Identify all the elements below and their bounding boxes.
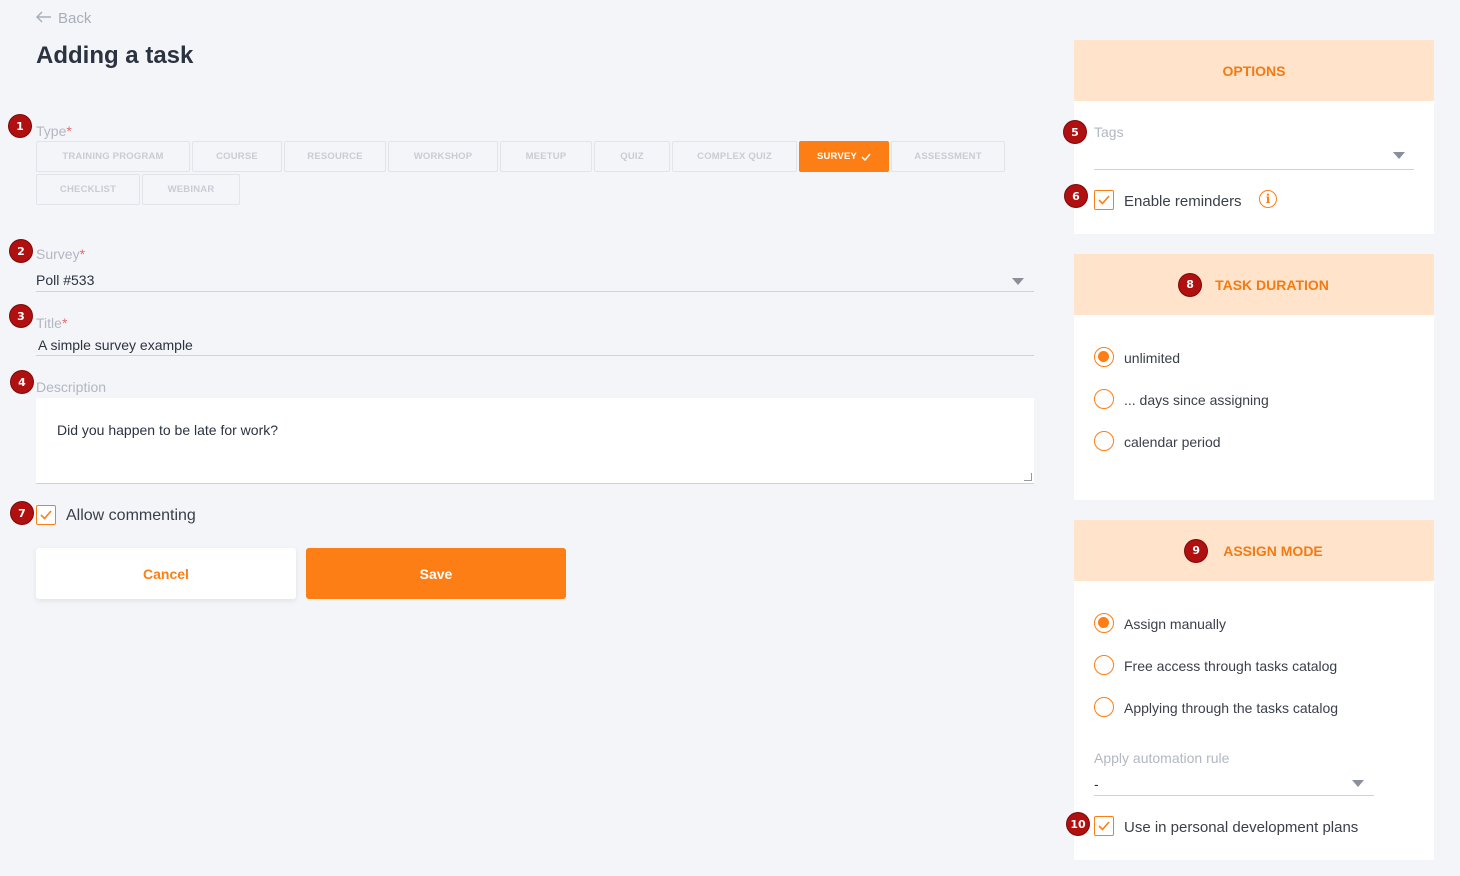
checkmark-icon (861, 153, 871, 161)
type-option-complex-quiz[interactable]: COMPLEX QUIZ (672, 141, 797, 172)
personal-plans-checkbox[interactable] (1094, 816, 1114, 836)
task-duration-header: 8 TASK DURATION (1074, 254, 1434, 315)
type-option-resource[interactable]: RESOURCE (284, 141, 386, 172)
type-option-survey[interactable]: SURVEY (799, 141, 889, 172)
duration-radio-days[interactable] (1094, 389, 1114, 409)
assign-mode-header: 9 ASSIGN MODE (1074, 520, 1434, 581)
marker-4: 4 (11, 371, 33, 393)
type-label: Type* (36, 123, 72, 139)
marker-6: 6 (1065, 185, 1087, 207)
info-icon[interactable]: i (1259, 190, 1277, 208)
description-label: Description (36, 379, 107, 395)
assign-radio-free-access[interactable] (1094, 655, 1114, 675)
marker-5: 5 (1064, 121, 1086, 143)
checkmark-icon (1098, 195, 1110, 205)
personal-plans-label: Use in personal development plans (1124, 819, 1359, 836)
duration-label-days: ... days since assigning (1124, 392, 1269, 408)
tags-select[interactable] (1094, 148, 1414, 170)
marker-1: 1 (9, 115, 31, 137)
assign-label-free-access: Free access through tasks catalog (1124, 658, 1338, 674)
marker-3: 3 (10, 305, 32, 327)
checkmark-icon (1098, 821, 1110, 831)
chevron-down-icon (1393, 152, 1405, 159)
chevron-down-icon (1352, 780, 1364, 787)
type-option-workshop[interactable]: WORKSHOP (388, 141, 498, 172)
description-textarea[interactable]: Did you happen to be late for work? (36, 398, 1034, 484)
assign-radio-manual[interactable] (1094, 613, 1114, 633)
survey-select[interactable]: Poll #533 (36, 268, 1034, 292)
checkmark-icon (40, 510, 52, 520)
chevron-down-icon (1012, 278, 1024, 285)
marker-2: 2 (10, 240, 32, 262)
type-option-checklist[interactable]: CHECKLIST (36, 174, 140, 205)
duration-label-unlimited: unlimited (1124, 350, 1181, 366)
type-option-webinar[interactable]: WEBINAR (142, 174, 240, 205)
survey-label: Survey* (36, 246, 86, 262)
title-input[interactable]: A simple survey example (36, 334, 1034, 356)
options-panel: OPTIONS Tags Enable reminders i (1074, 40, 1434, 234)
marker-8: 8 (1179, 273, 1202, 296)
marker-9: 9 (1185, 539, 1208, 562)
enable-reminders-label: Enable reminders (1124, 193, 1242, 210)
assign-label-manual: Assign manually (1124, 616, 1226, 632)
type-option-quiz[interactable]: QUIZ (594, 141, 670, 172)
tags-label: Tags (1094, 124, 1124, 140)
type-option-course[interactable]: COURSE (192, 141, 282, 172)
cancel-button[interactable]: Cancel (36, 548, 296, 599)
assign-mode-panel: 9 ASSIGN MODE Assign manually Free acces… (1074, 520, 1434, 860)
automation-rule-label: Apply automation rule (1094, 750, 1230, 766)
type-option-meetup[interactable]: MEETUP (500, 141, 592, 172)
back-label: Back (58, 10, 92, 27)
allow-commenting-label: Allow commenting (66, 507, 196, 524)
resize-handle-icon[interactable] (1024, 473, 1032, 481)
page-title: Adding a task (36, 42, 194, 69)
assign-radio-applying[interactable] (1094, 697, 1114, 717)
title-label: Title* (36, 315, 68, 331)
duration-radio-unlimited[interactable] (1094, 347, 1114, 367)
type-option-assessment[interactable]: ASSESSMENT (891, 141, 1005, 172)
allow-commenting-checkbox[interactable] (36, 505, 56, 525)
options-panel-header: OPTIONS (1074, 40, 1434, 101)
duration-radio-calendar[interactable] (1094, 431, 1114, 451)
duration-label-calendar: calendar period (1124, 434, 1221, 450)
arrow-left-icon (35, 10, 52, 27)
marker-10: 10 (1067, 813, 1089, 835)
back-link[interactable]: Back (35, 10, 92, 27)
automation-rule-select[interactable]: - (1094, 773, 1374, 796)
enable-reminders-checkbox[interactable] (1094, 190, 1114, 210)
assign-label-applying: Applying through the tasks catalog (1124, 700, 1339, 716)
type-option-training-program[interactable]: TRAINING PROGRAM (36, 141, 190, 172)
marker-7: 7 (11, 502, 33, 524)
task-duration-panel: 8 TASK DURATION unlimited ... days since… (1074, 254, 1434, 500)
save-button[interactable]: Save (306, 548, 566, 599)
